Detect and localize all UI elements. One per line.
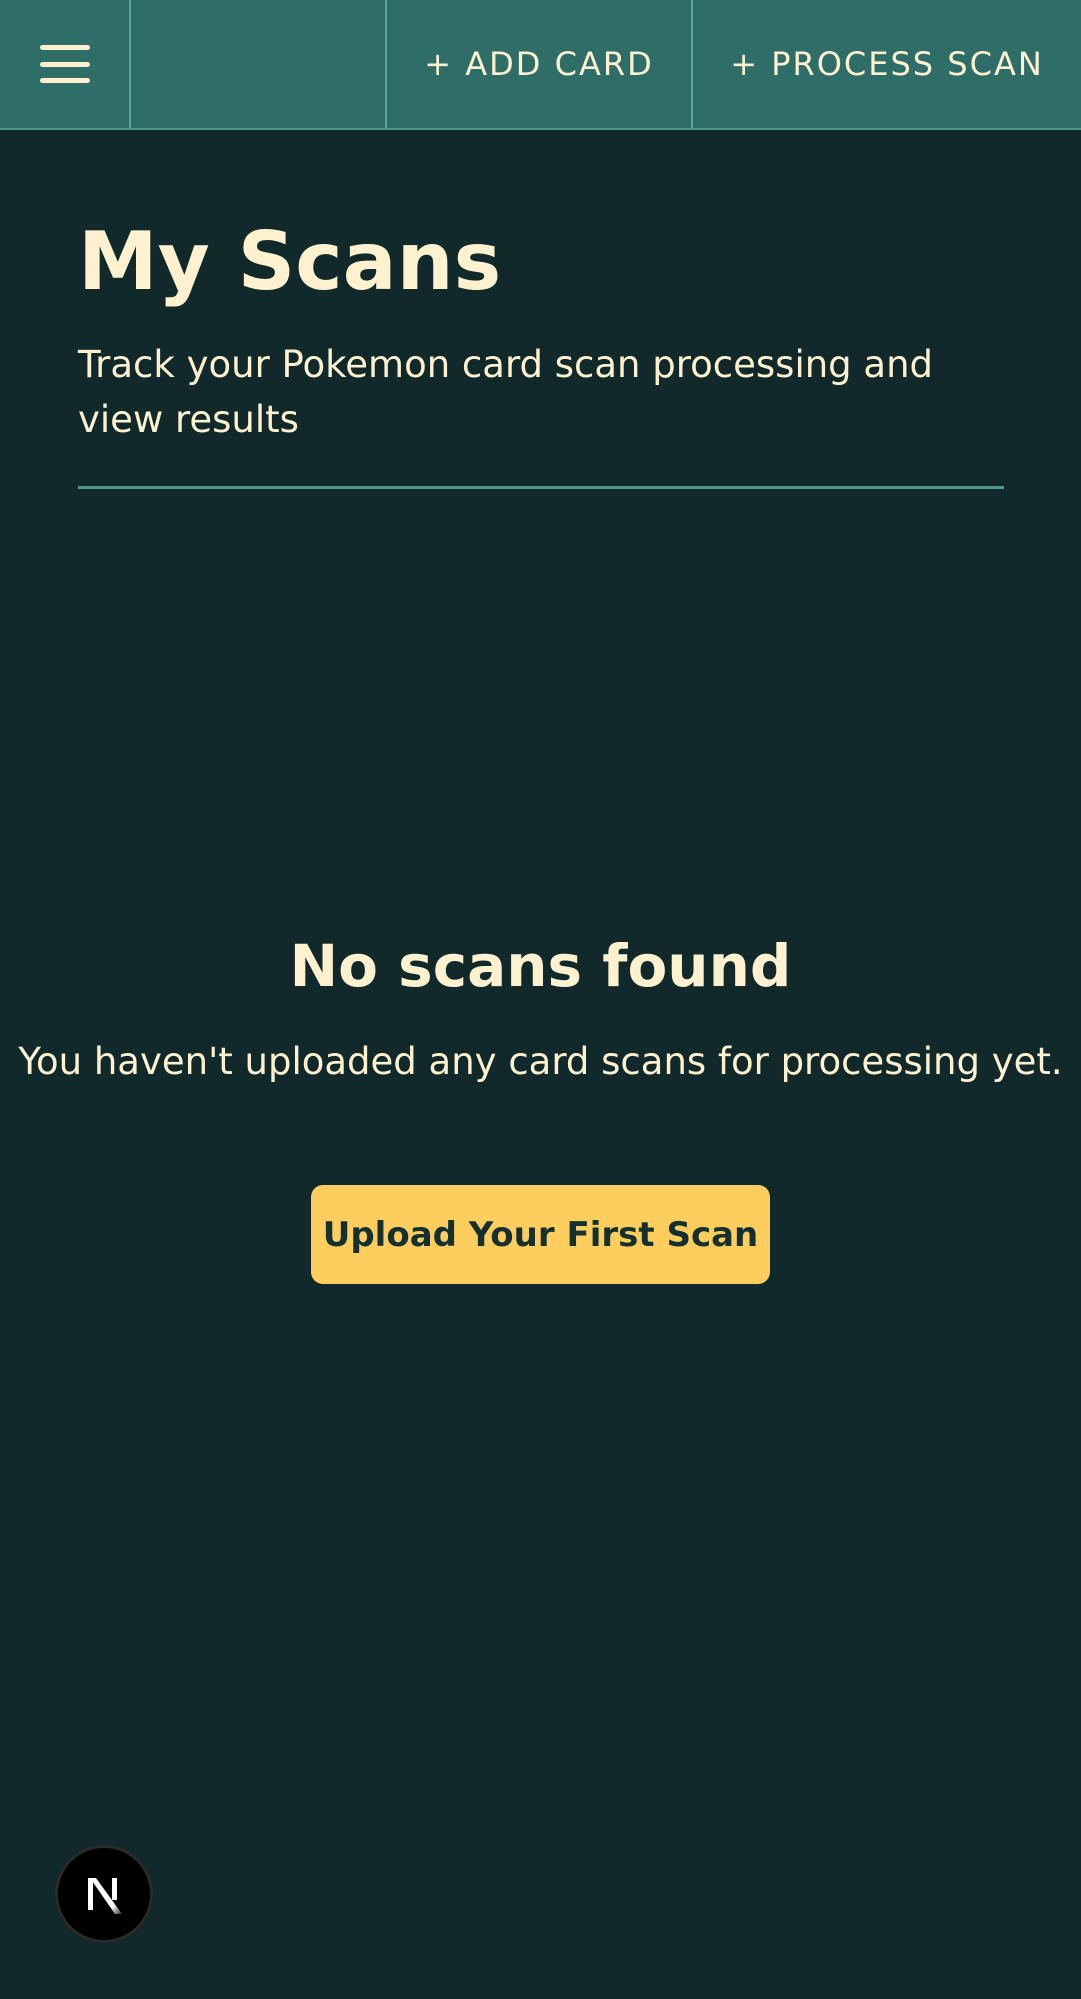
empty-state-message: You haven't uploaded any card scans for … <box>18 1040 1063 1083</box>
add-card-cell: + ADD CARD <box>387 0 693 128</box>
page-subtitle: Track your Pokemon card scan processing … <box>78 343 934 441</box>
add-card-link[interactable]: + ADD CARD <box>424 45 653 83</box>
nav-spacer <box>131 0 387 128</box>
process-scan-link[interactable]: + PROCESS SCAN <box>730 45 1044 83</box>
empty-state-title: No scans found <box>289 932 792 1000</box>
menu-cell <box>0 0 131 128</box>
page-title: My Scans <box>78 215 502 308</box>
nextjs-dev-badge[interactable] <box>55 1845 153 1943</box>
upload-first-scan-button[interactable]: Upload Your First Scan <box>311 1185 770 1284</box>
hamburger-menu-icon[interactable] <box>39 45 90 83</box>
top-nav-bar: + ADD CARD + PROCESS SCAN <box>0 0 1081 130</box>
nextjs-logo-icon <box>88 1878 122 1914</box>
header-divider <box>78 486 1004 489</box>
process-scan-cell: + PROCESS SCAN <box>693 0 1081 128</box>
